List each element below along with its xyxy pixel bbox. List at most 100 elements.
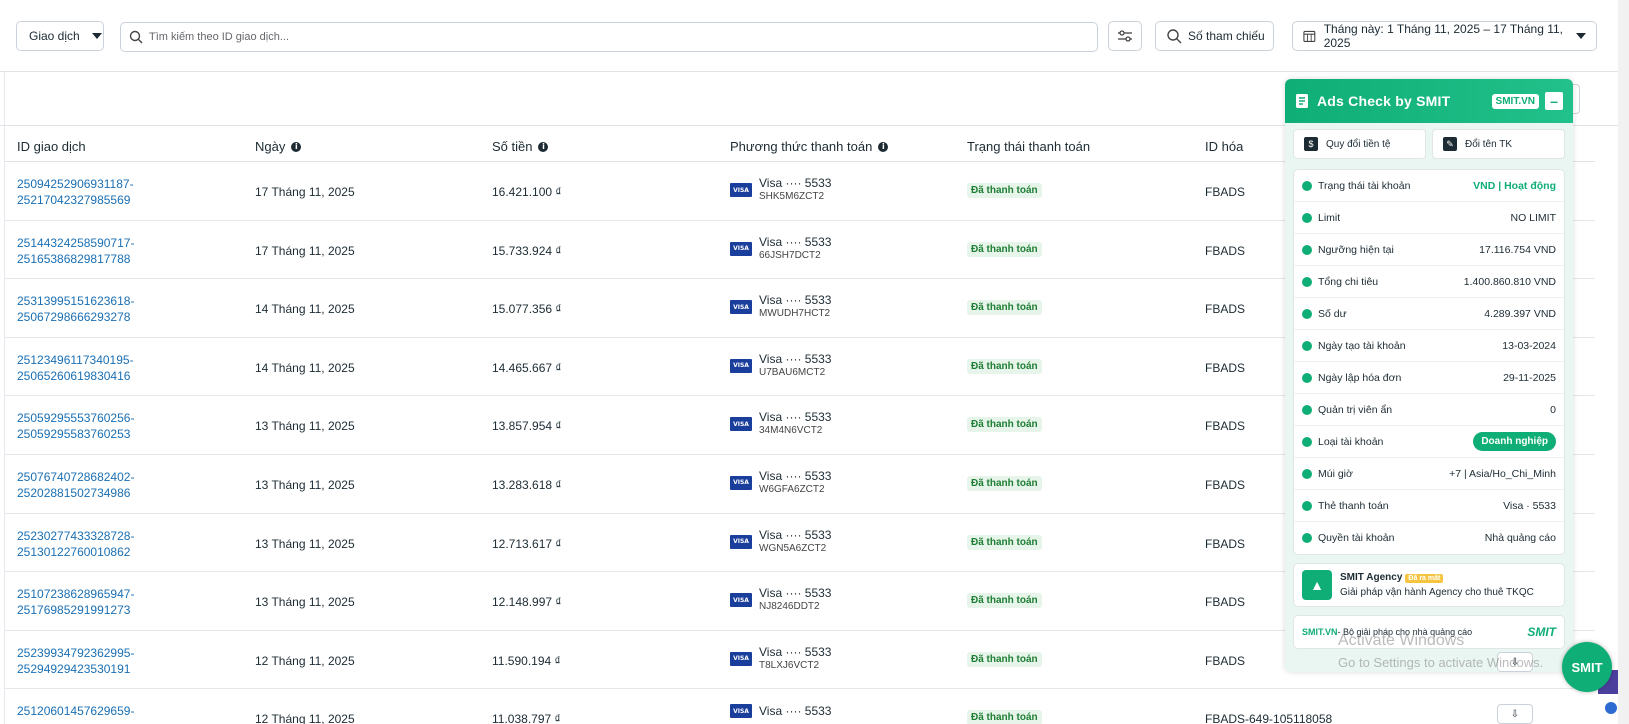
transaction-id-link[interactable]: 25230277433328728- 25130122760010862 [17, 528, 134, 560]
account-info-row: Quyền tài khoản Nhà quảng cáo [1294, 522, 1564, 554]
field-label: Trạng thái tài khoản [1318, 179, 1411, 192]
header-date[interactable]: Ngày i [255, 139, 302, 154]
field-icon [1302, 500, 1312, 511]
payment-method: VISA Visa ···· 5533 T8LXJ6VCT2 [730, 645, 831, 672]
payment-method-text: Visa ···· 5533 66JSH7DCT2 [759, 235, 831, 262]
date-range-label: Tháng này: 1 Tháng 11, 2025 – 17 Tháng 1… [1323, 22, 1564, 50]
transaction-id-line2: 25130122760010862 [17, 544, 131, 559]
transaction-id-line1: 25107238628965947- [17, 587, 135, 602]
reference-number-button[interactable]: Số tham chiếu [1155, 21, 1274, 51]
transaction-id-line2: 25294929423530191 [17, 661, 131, 676]
table-row[interactable]: 25120601457629659- 12 Tháng 11, 2025 11.… [5, 689, 1595, 724]
header-label: Phương thức thanh toán [730, 139, 873, 154]
rename-account-button[interactable]: ✎ Đổi tên TK [1432, 129, 1565, 159]
header-amount[interactable]: Số tiền i [492, 139, 549, 154]
scrollbar[interactable] [1618, 0, 1629, 724]
transaction-id-link[interactable]: 25076740728682402- 25202881502734986 [17, 469, 134, 501]
payment-method: VISA Visa ···· 5533 66JSH7DCT2 [730, 235, 831, 262]
info-icon[interactable]: i [538, 141, 549, 152]
card-number: Visa ···· 5533 [759, 176, 832, 190]
field-icon [1302, 468, 1312, 479]
invoice-id: FBADS [1205, 243, 1246, 258]
transaction-type-label: Giao dịch [29, 29, 80, 43]
transaction-id-line1: 25313995151623618- [17, 294, 135, 309]
payment-method: VISA Visa ···· 5533 W6GFA6ZCT2 [730, 469, 831, 496]
filter-bar: Giao dịch Số tham chiếu Tháng này: 1 Thá… [0, 0, 1629, 72]
transaction-id-line2: 25059295583760253 [17, 427, 131, 442]
globe-icon[interactable] [1605, 702, 1617, 714]
windows-activation-watermark: Activate Windows Go to Settings to activ… [1338, 630, 1543, 674]
panel-title: Ads Check by SMIT [1317, 93, 1451, 109]
header-label: ID giao dịch [17, 139, 86, 154]
card-number: Visa ···· 5533 [759, 293, 832, 308]
field-icon [1302, 308, 1312, 319]
status-badge: Đã thanh toán [967, 183, 1042, 198]
filter-settings-button[interactable] [1108, 21, 1142, 51]
transaction-id-line1: 25123496117340195- [17, 352, 134, 367]
header-payment-method[interactable]: Phương thức thanh toán i [730, 139, 889, 154]
agency-badge: Đã ra mắt [1405, 573, 1444, 583]
transaction-id-link[interactable]: 25123496117340195- 25065260619830416 [17, 352, 134, 384]
info-icon[interactable]: i [291, 141, 302, 152]
visa-card-icon: VISA [730, 358, 752, 373]
transaction-id-link[interactable]: 25059295553760256- 25059295583760253 [17, 410, 134, 442]
account-info-row: Trạng thái tài khoản VND | Hoạt động [1294, 170, 1564, 202]
reference-code: W6GFA6ZCT2 [759, 483, 825, 495]
smit-agency-promo[interactable]: ▲ SMIT Agency Đã ra mắt Giải pháp vận hàn… [1293, 563, 1565, 607]
search-icon [1167, 29, 1182, 44]
transaction-id-link[interactable]: 25313995151623618- 25067298666293278 [17, 293, 134, 325]
rename-account-label: Đổi tên TK [1465, 138, 1513, 150]
footer-site-link[interactable]: SMIT.VN [1302, 627, 1338, 637]
transaction-id-link[interactable]: 25107238628965947- 25176985291991273 [17, 586, 134, 618]
transaction-amount: 14.465.667 ₫ [492, 360, 562, 375]
account-info-row: Quản trị viên ẩn 0 [1294, 394, 1564, 426]
invoice-id: FBADS [1205, 536, 1246, 551]
currency-convert-button[interactable]: $ Quy đổi tiền tệ [1293, 129, 1426, 159]
field-label: Ngày lập hóa đơn [1318, 371, 1402, 384]
header-label: Trạng thái thanh toán [967, 139, 1091, 154]
transaction-id-link[interactable]: 25239934792362995- 25294929423530191 [17, 645, 134, 677]
field-value: VND | Hoạt động [1473, 179, 1556, 192]
field-value: 13-03-2024 [1502, 339, 1556, 352]
info-icon[interactable]: i [878, 141, 889, 152]
header-transaction-id[interactable]: ID giao dịch [17, 139, 86, 154]
field-label: Thẻ thanh toán [1318, 499, 1389, 512]
reference-number-label: Số tham chiếu [1188, 29, 1265, 43]
header-invoice-id[interactable]: ID hóa [1205, 139, 1243, 154]
invoice-id: FBADS [1205, 477, 1246, 492]
smitvn-badge[interactable]: SMIT.VN [1491, 93, 1539, 109]
invoice-id: FBADS [1205, 595, 1246, 610]
header-label: Ngày [255, 139, 286, 154]
transaction-id-line1: 25076740728682402- [17, 469, 135, 484]
transaction-amount: 13.283.618 ₫ [492, 477, 562, 492]
download-invoice-button[interactable]: ⇩ [1497, 704, 1533, 724]
smit-floating-button[interactable]: SMIT [1562, 642, 1612, 692]
account-info-list: Trạng thái tài khoản VND | Hoạt động Lim… [1293, 169, 1565, 555]
field-label: Ngưỡng hiện tại [1318, 243, 1394, 256]
payment-method-text: Visa ···· 5533 34M4N6VCT2 [759, 411, 831, 437]
transaction-id-link[interactable]: 25094252906931187- 25217042327985569 [17, 176, 134, 208]
field-icon [1302, 340, 1312, 351]
search-box[interactable] [120, 22, 1098, 52]
transaction-date: 13 Tháng 11, 2025 [255, 419, 355, 434]
transaction-id-link[interactable]: 25120601457629659- [17, 703, 134, 719]
transaction-id-link[interactable]: 25144324258590717- 25165386829817788 [17, 235, 134, 267]
payment-method-text: Visa ···· 5533 T8LXJ6VCT2 [759, 645, 831, 672]
header-payment-status[interactable]: Trạng thái thanh toán [967, 139, 1090, 154]
search-input[interactable] [149, 31, 1049, 43]
transaction-type-dropdown[interactable]: Giao dịch [16, 21, 104, 51]
status-badge: Đã thanh toán [967, 593, 1042, 609]
visa-card-icon: VISA [730, 593, 752, 608]
account-info-row: Số dư 4.289.397 VND [1294, 298, 1564, 330]
payment-method: VISA Visa ···· 5533 WGN5A6ZCT2 [730, 528, 831, 555]
payment-method-text: Visa ···· 5533 [759, 703, 832, 718]
payment-method-text: Visa ···· 5533 W6GFA6ZCT2 [759, 469, 831, 496]
visa-card-icon: VISA [730, 183, 752, 197]
visa-card-icon: VISA [730, 241, 752, 256]
search-icon [129, 30, 143, 44]
panel-actions: $ Quy đổi tiền tệ ✎ Đổi tên TK [1285, 123, 1573, 165]
minimize-button[interactable]: – [1545, 92, 1563, 110]
date-range-dropdown[interactable]: Tháng này: 1 Tháng 11, 2025 – 17 Tháng 1… [1292, 21, 1597, 51]
card-number: Visa ···· 5533 [759, 703, 832, 718]
invoice-id: FBADS [1205, 419, 1246, 434]
